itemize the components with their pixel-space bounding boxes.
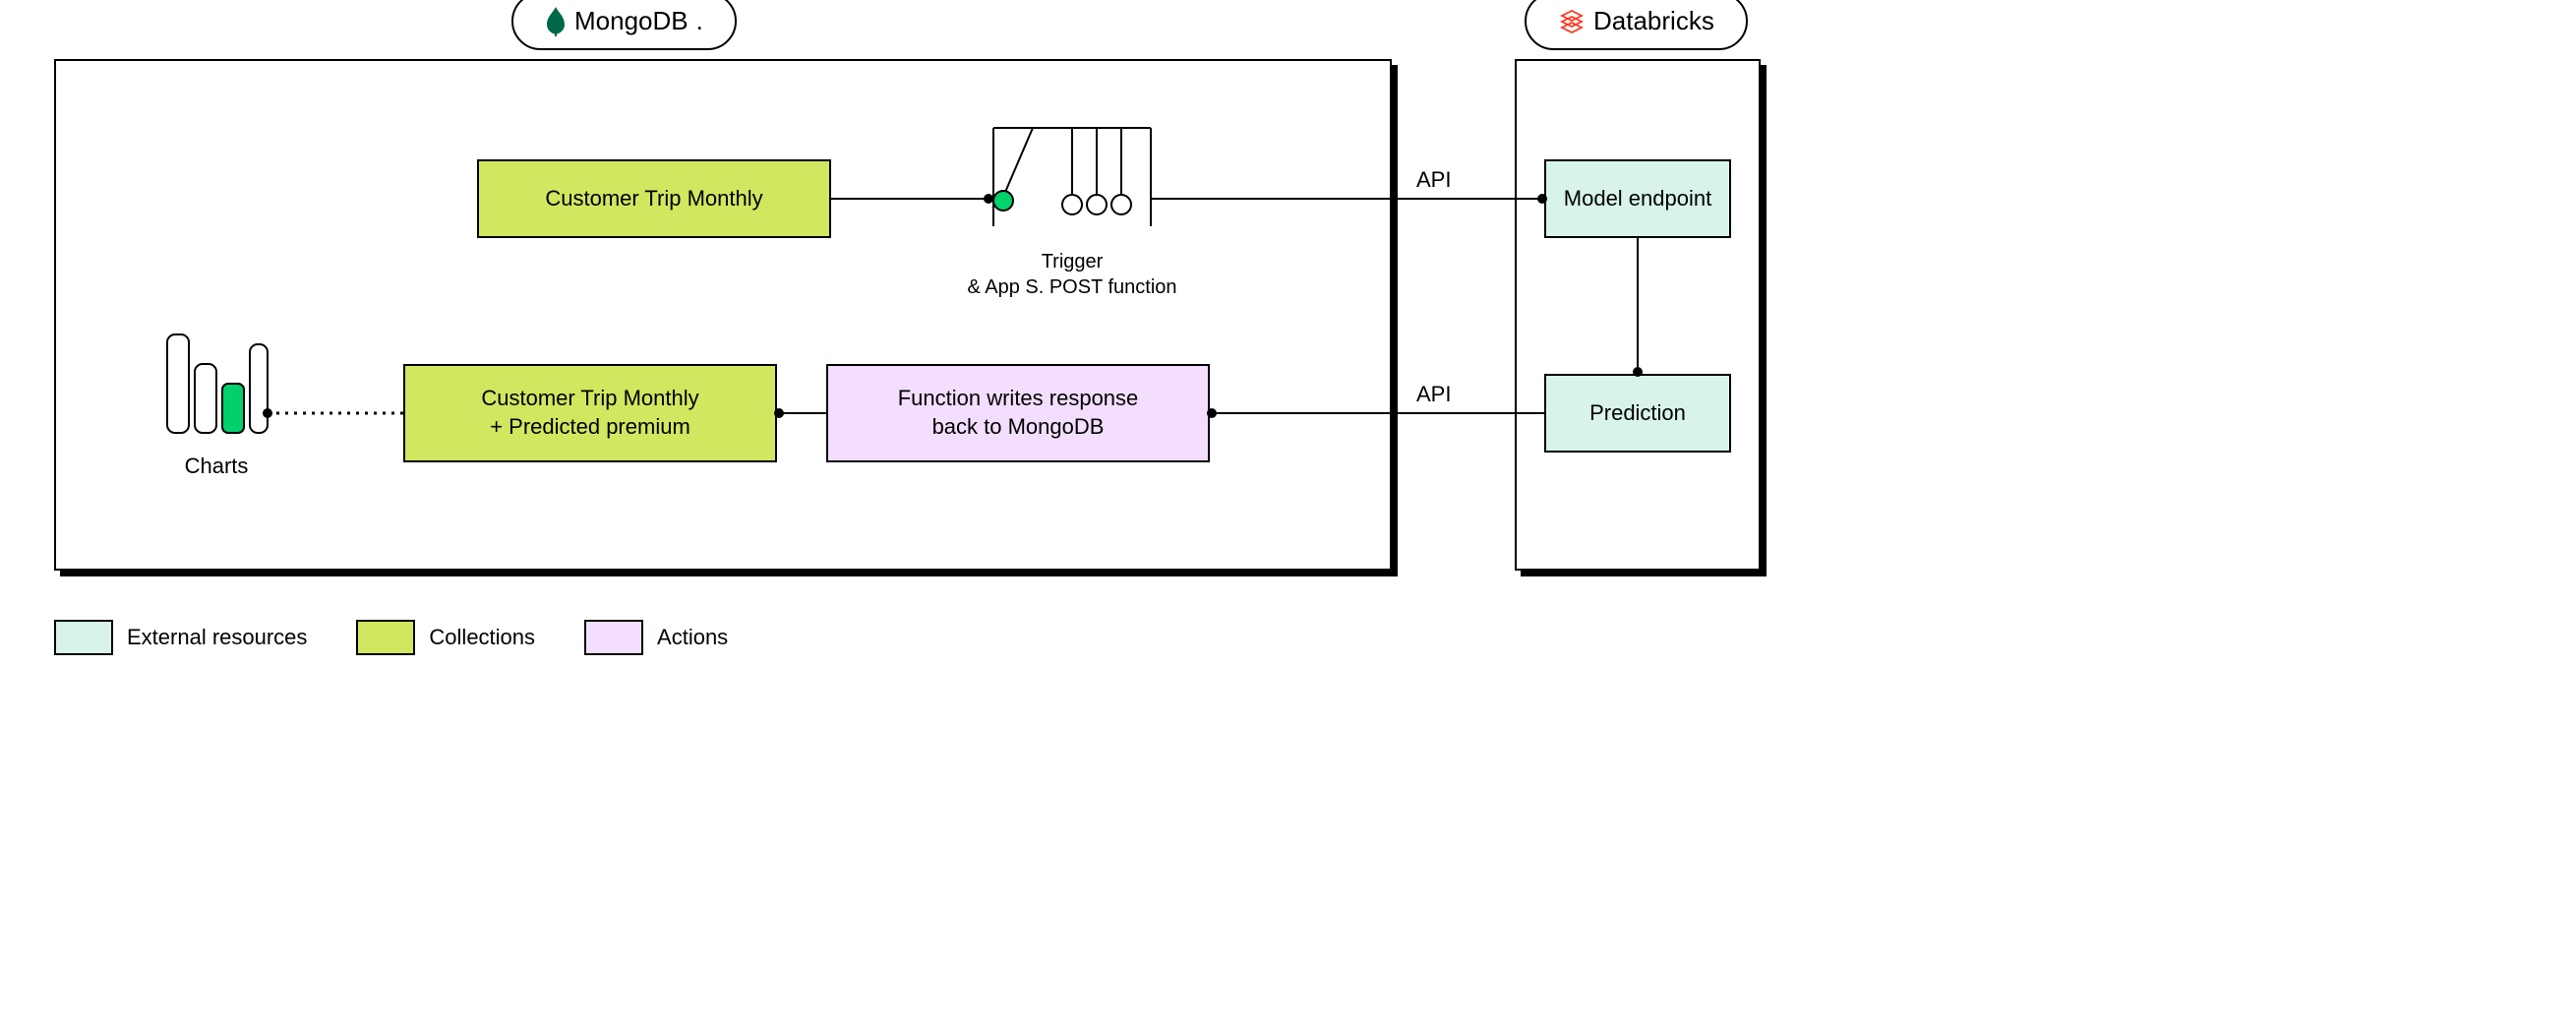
node-model-endpoint: Model endpoint [1544,159,1731,238]
legend-collections: Collections [356,620,535,655]
api-label-bottom: API [1416,382,1451,407]
databricks-label: Databricks [1525,0,1748,50]
charts-label: Charts [138,454,295,479]
mongodb-label-text: MongoDB [574,6,689,36]
node-customer-trip-monthly: Customer Trip Monthly [477,159,831,238]
node-customer-trip-monthly-predicted: Customer Trip Monthly + Predicted premiu… [403,364,777,462]
legend-swatch-actions [584,620,643,655]
mongodb-leaf-icon [545,7,567,36]
databricks-icon [1558,8,1586,35]
node-prediction: Prediction [1544,374,1731,453]
api-label-top: API [1416,167,1451,193]
databricks-label-text: Databricks [1593,6,1714,36]
databricks-container [1515,59,1761,571]
charts-group: Charts [138,325,295,479]
mongodb-label: MongoDB. [511,0,737,50]
mongodb-container [54,59,1392,571]
trigger-cradle-icon [964,118,1180,236]
legend-external: External resources [54,620,307,655]
legend-actions: Actions [584,620,728,655]
legend: External resources Collections Actions [54,620,728,655]
charts-icon [162,325,270,443]
legend-swatch-collections [356,620,415,655]
trigger-group: Trigger & App S. POST function [964,118,1180,300]
architecture-diagram: MongoDB. Databricks Customer Trip Monthl… [39,20,1770,708]
node-function-writes-back: Function writes response back to MongoDB [826,364,1210,462]
legend-swatch-external [54,620,113,655]
trigger-label: Trigger & App S. POST function [964,249,1180,300]
